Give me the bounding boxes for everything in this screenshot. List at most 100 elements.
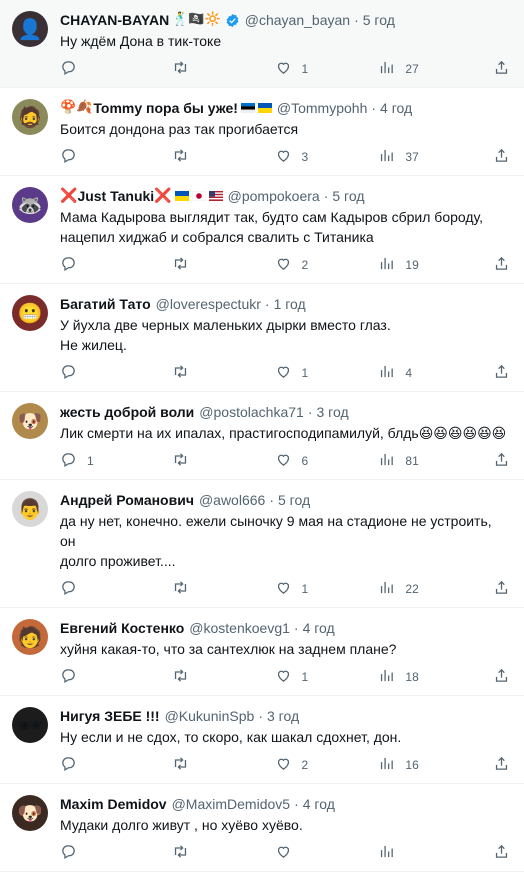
avatar[interactable]: 🕶 <box>12 707 48 743</box>
reply-button[interactable] <box>60 363 172 383</box>
views-button[interactable]: 19 <box>378 255 493 275</box>
tweet[interactable]: 🧑 Евгений Костенко @kostenkoevg1 · 4 год хуйн… <box>0 608 524 696</box>
retweet-button[interactable] <box>172 579 275 599</box>
like-button[interactable]: 2 <box>275 755 379 775</box>
retweet-icon <box>172 755 189 775</box>
share-button[interactable] <box>493 255 510 275</box>
views-button[interactable]: 81 <box>378 451 493 471</box>
user-handle[interactable]: @awol666 <box>199 490 265 510</box>
tweet[interactable]: 🦝 ❌ Just Tanuki ❌ @pompokoera · 5 год Мама Кады… <box>0 176 524 284</box>
display-name[interactable]: Евгений Костенко <box>60 618 184 638</box>
avatar[interactable]: 🐶 <box>12 795 48 831</box>
retweet-button[interactable] <box>172 755 275 775</box>
timestamp[interactable]: 4 год <box>303 794 335 814</box>
display-name[interactable]: Багатий Тато <box>60 294 151 314</box>
timestamp[interactable]: 1 год <box>274 294 306 314</box>
views-button[interactable] <box>378 843 493 863</box>
retweet-button[interactable] <box>172 843 275 863</box>
display-name[interactable]: жесть доброй воли <box>60 402 194 422</box>
timestamp[interactable]: 5 год <box>363 10 395 30</box>
avatar[interactable]: 🧔 <box>12 99 48 135</box>
timestamp[interactable]: 4 год <box>303 618 335 638</box>
tweet-header: ❌ Just Tanuki ❌ @pompokoera · 5 год <box>60 186 510 206</box>
avatar[interactable]: 🐶 <box>12 403 48 439</box>
user-handle[interactable]: @MaximDemidov5 <box>172 794 290 814</box>
share-button[interactable] <box>493 579 510 599</box>
avatar[interactable]: 👤 <box>12 11 48 47</box>
timestamp[interactable]: 5 год <box>278 490 310 510</box>
display-name[interactable]: Андрей Романович <box>60 490 194 510</box>
like-button[interactable]: 1 <box>275 667 379 687</box>
user-handle[interactable]: @Tommypohh <box>277 98 367 118</box>
retweet-button[interactable] <box>172 147 275 167</box>
tweet[interactable]: 👤 CHAYAN-BAYAN 🕺🏴‍☠️🔆 @chayan_bayan · 5 год Ну… <box>0 0 524 88</box>
tweet-text: Лик смерти на их ипалах, прастигосподипа… <box>60 425 507 441</box>
user-handle[interactable]: @loverespectukr <box>156 294 261 314</box>
reply-button[interactable] <box>60 255 172 275</box>
like-button[interactable]: 1 <box>275 579 379 599</box>
user-handle[interactable]: @kostenkoevg1 <box>189 618 290 638</box>
retweet-icon <box>172 147 189 167</box>
display-name[interactable]: Нигуя ЗЕБЕ !!! <box>60 706 160 726</box>
retweet-button[interactable] <box>172 255 275 275</box>
like-button[interactable]: 3 <box>275 147 379 167</box>
reply-button[interactable] <box>60 755 172 775</box>
reply-button[interactable]: 1 <box>60 451 172 471</box>
tweet[interactable]: 🐶 Maxim Demidov @MaximDemidov5 · 4 год Мудаки… <box>0 784 524 872</box>
display-name[interactable]: Just Tanuki <box>77 186 154 206</box>
display-name[interactable]: CHAYAN-BAYAN <box>60 10 169 30</box>
views-button[interactable]: 18 <box>378 667 493 687</box>
avatar[interactable]: 😬 <box>12 295 48 331</box>
views-button[interactable]: 22 <box>378 579 493 599</box>
share-button[interactable] <box>493 59 510 79</box>
tweet[interactable]: 👨 Андрей Романович @awol666 · 5 год да ну нет… <box>0 480 524 608</box>
views-button[interactable]: 37 <box>378 147 493 167</box>
timestamp[interactable]: 5 год <box>332 186 364 206</box>
retweet-button[interactable] <box>172 667 275 687</box>
retweet-button[interactable] <box>172 363 275 383</box>
display-name[interactable]: Tommy пора бы уже! <box>93 98 238 118</box>
reply-button[interactable] <box>60 667 172 687</box>
like-button[interactable]: 6 <box>275 451 379 471</box>
views-button[interactable]: 27 <box>378 59 493 79</box>
views-button[interactable]: 4 <box>378 363 493 383</box>
timestamp[interactable]: 4 год <box>380 98 412 118</box>
share-button[interactable] <box>493 147 510 167</box>
reply-button[interactable] <box>60 59 172 79</box>
timestamp[interactable]: 3 год <box>316 402 348 422</box>
avatar[interactable]: 🦝 <box>12 187 48 223</box>
share-button[interactable] <box>493 755 510 775</box>
share-button[interactable] <box>493 843 510 863</box>
avatar[interactable]: 👨 <box>12 491 48 527</box>
user-handle[interactable]: @postolachka71 <box>199 402 304 422</box>
retweet-button[interactable] <box>172 451 275 471</box>
views-button[interactable]: 16 <box>378 755 493 775</box>
separator-dot: · <box>294 796 299 812</box>
timestamp[interactable]: 3 год <box>267 706 299 726</box>
avatar[interactable]: 🧑 <box>12 619 48 655</box>
user-handle[interactable]: @pompokoera <box>228 186 320 206</box>
like-button[interactable]: 1 <box>275 363 379 383</box>
like-button[interactable]: 2 <box>275 255 379 275</box>
reply-button[interactable] <box>60 147 172 167</box>
estonia-flag-icon <box>240 103 255 113</box>
share-button[interactable] <box>493 451 510 471</box>
tweet-header: Багатий Тато @loverespectukr · 1 год <box>60 294 510 314</box>
tweet[interactable]: 🐶 жесть доброй воли @postolachka71 · 3 год Ли… <box>0 392 524 480</box>
retweet-button[interactable] <box>172 59 275 79</box>
share-button[interactable] <box>493 667 510 687</box>
tweet[interactable]: 🧔 🍄🍂 Tommy пора бы уже! @Tommypohh · 4 год Бои… <box>0 88 524 176</box>
reply-icon <box>60 843 77 863</box>
tweet[interactable]: 🕶 Нигуя ЗЕБЕ !!! @KukuninSpb · 3 год Ну если … <box>0 696 524 784</box>
like-button[interactable]: 1 <box>275 59 379 79</box>
tweet-header: 🍄🍂 Tommy пора бы уже! @Tommypohh · 4 год <box>60 98 510 118</box>
tweet[interactable]: 😬 Багатий Тато @loverespectukr · 1 год У йухл… <box>0 284 524 392</box>
reply-button[interactable] <box>60 843 172 863</box>
usa-flag-icon <box>208 191 223 201</box>
user-handle[interactable]: @KukuninSpb <box>165 706 255 726</box>
share-button[interactable] <box>493 363 510 383</box>
reply-button[interactable] <box>60 579 172 599</box>
user-handle[interactable]: @chayan_bayan <box>245 10 350 30</box>
display-name[interactable]: Maxim Demidov <box>60 794 167 814</box>
like-button[interactable] <box>275 843 379 863</box>
